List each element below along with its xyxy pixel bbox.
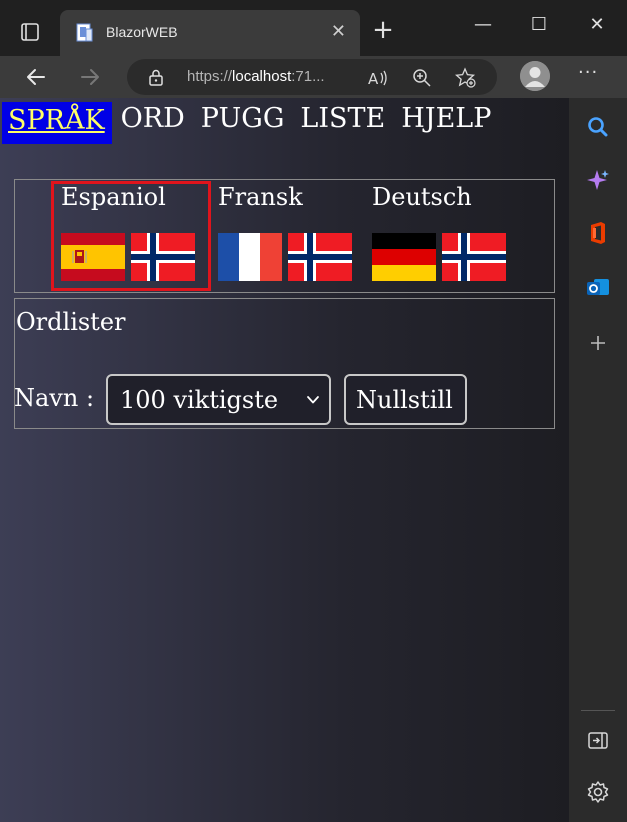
- close-window-icon[interactable]: ✕: [582, 14, 612, 35]
- reset-button-label: Nullstill: [356, 386, 453, 414]
- menu-item-hjelp[interactable]: HJELP: [394, 102, 498, 136]
- outlook-icon[interactable]: [585, 274, 611, 300]
- reset-button[interactable]: Nullstill: [344, 374, 467, 425]
- spain-flag-icon[interactable]: [61, 233, 125, 281]
- edge-sidebar: [569, 98, 627, 822]
- back-arrow-icon[interactable]: [20, 61, 52, 93]
- maximize-icon[interactable]: ☐: [524, 14, 554, 35]
- language-selector: Espaniol Fransk Deutsch: [14, 179, 555, 293]
- search-icon[interactable]: [585, 114, 611, 140]
- settings-icon[interactable]: [585, 779, 611, 805]
- office-icon[interactable]: [585, 220, 611, 246]
- browser-tab[interactable]: BlazorWEB ✕: [60, 10, 360, 56]
- language-name: Deutsch: [372, 183, 472, 211]
- more-icon[interactable]: ···: [578, 62, 598, 83]
- favorites-icon[interactable]: [454, 67, 477, 89]
- address-toolbar: https://localhost:71... A ···: [0, 56, 627, 98]
- tab-actions-icon[interactable]: [14, 16, 46, 48]
- browser-titlebar: BlazorWEB ✕ + — ☐ ✕: [0, 0, 627, 56]
- wordlist-select[interactable]: 100 viktigste: [106, 374, 331, 425]
- menu-item-liste[interactable]: LISTE: [293, 102, 392, 136]
- sidebar-divider: [581, 710, 615, 711]
- norway-flag-icon[interactable]: [288, 233, 352, 281]
- wordlist-select-value: 100 viktigste: [120, 386, 279, 414]
- page-content: SPRÅK ORD PUGG LISTE HJELP Espaniol Fran…: [0, 98, 569, 822]
- svg-text:A: A: [368, 70, 379, 88]
- menu-item-pugg[interactable]: PUGG: [194, 102, 292, 136]
- menu-item-sprak[interactable]: SPRÅK: [2, 102, 112, 144]
- read-aloud-icon[interactable]: A: [367, 67, 389, 89]
- menu-item-ord[interactable]: ORD: [114, 102, 192, 136]
- lock-icon[interactable]: [147, 68, 165, 86]
- new-tab-icon[interactable]: +: [370, 16, 396, 44]
- language-name: Espaniol: [61, 183, 166, 211]
- minimize-icon[interactable]: —: [468, 14, 498, 35]
- tab-title: BlazorWEB: [106, 24, 178, 40]
- close-tab-icon[interactable]: ✕: [331, 22, 346, 42]
- copilot-icon[interactable]: [585, 168, 611, 194]
- wordlists-panel: Ordlister Navn : 100 viktigste Nullstill: [14, 298, 555, 429]
- profile-icon[interactable]: [520, 61, 550, 91]
- url-field[interactable]: https://localhost:71... A: [127, 59, 497, 95]
- zoom-icon[interactable]: [411, 67, 433, 89]
- forward-arrow-icon[interactable]: [74, 61, 106, 93]
- url-text: https://localhost:71...: [187, 68, 325, 85]
- germany-flag-icon[interactable]: [372, 233, 436, 281]
- hide-sidebar-icon[interactable]: [585, 728, 611, 754]
- chevron-down-icon: [305, 392, 321, 408]
- page-favicon-icon: [76, 23, 94, 43]
- wordlists-title: Ordlister: [16, 308, 126, 336]
- add-icon[interactable]: [585, 330, 611, 356]
- name-label: Navn :: [14, 384, 95, 412]
- top-menu: SPRÅK ORD PUGG LISTE HJELP: [2, 102, 498, 144]
- language-name: Fransk: [218, 183, 303, 211]
- france-flag-icon[interactable]: [218, 233, 282, 281]
- norway-flag-icon[interactable]: [442, 233, 506, 281]
- norway-flag-icon[interactable]: [131, 233, 195, 281]
